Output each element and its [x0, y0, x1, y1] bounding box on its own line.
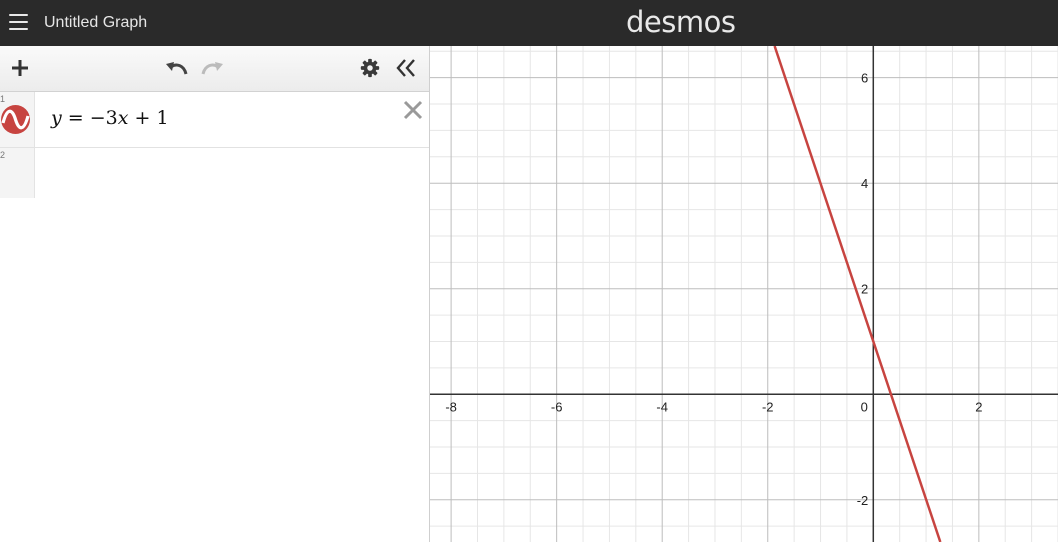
- undo-icon[interactable]: [164, 57, 190, 79]
- double-chevron-left-icon[interactable]: [395, 57, 417, 79]
- top-bar: Untitled Graph desmos: [0, 0, 1058, 46]
- graph-title[interactable]: Untitled Graph: [44, 14, 147, 32]
- minor-gridlines: [430, 46, 1058, 542]
- redo-icon[interactable]: [199, 57, 225, 79]
- major-gridlines: [430, 46, 1058, 542]
- x-tick-label: 0: [861, 399, 868, 414]
- y-tick-label: 2: [861, 282, 868, 297]
- expression-number: 1: [0, 94, 6, 104]
- close-icon[interactable]: [401, 98, 425, 122]
- x-tick-label: -6: [551, 399, 563, 414]
- y-tick-label: 4: [861, 176, 868, 191]
- x-tick-label: 2: [975, 399, 982, 414]
- x-tick-labels: -8 -6 -4 -2 0 2: [445, 399, 982, 414]
- expression-gutter: 1: [0, 92, 35, 147]
- expression-row-empty[interactable]: 2: [0, 148, 429, 198]
- series: [773, 46, 942, 542]
- graph-canvas[interactable]: -8 -6 -4 -2 0 2 6 4 2 -2: [430, 46, 1058, 542]
- graph-paper[interactable]: -8 -6 -4 -2 0 2 6 4 2 -2: [430, 46, 1058, 542]
- gear-icon[interactable]: [358, 57, 382, 79]
- expression-input[interactable]: y = −3x + 1: [51, 107, 169, 129]
- series-line: [773, 46, 942, 542]
- expression-number: 2: [0, 150, 6, 160]
- desmos-logo: desmos: [626, 5, 736, 39]
- hamburger-menu-icon[interactable]: [9, 14, 28, 30]
- expression-panel: 1 y = −3x + 1 2: [0, 46, 430, 542]
- expression-gutter: 2: [0, 148, 35, 198]
- y-tick-label: -2: [857, 493, 869, 508]
- plus-icon[interactable]: [10, 57, 30, 79]
- x-tick-label: -4: [656, 399, 668, 414]
- y-tick-label: 6: [861, 71, 868, 86]
- expression-toolbar: [0, 46, 429, 92]
- x-tick-label: -2: [762, 399, 774, 414]
- x-tick-label: -8: [445, 399, 457, 414]
- axes: [430, 46, 1058, 542]
- expression-row[interactable]: 1 y = −3x + 1: [0, 92, 429, 148]
- sine-wave-icon[interactable]: [1, 105, 30, 134]
